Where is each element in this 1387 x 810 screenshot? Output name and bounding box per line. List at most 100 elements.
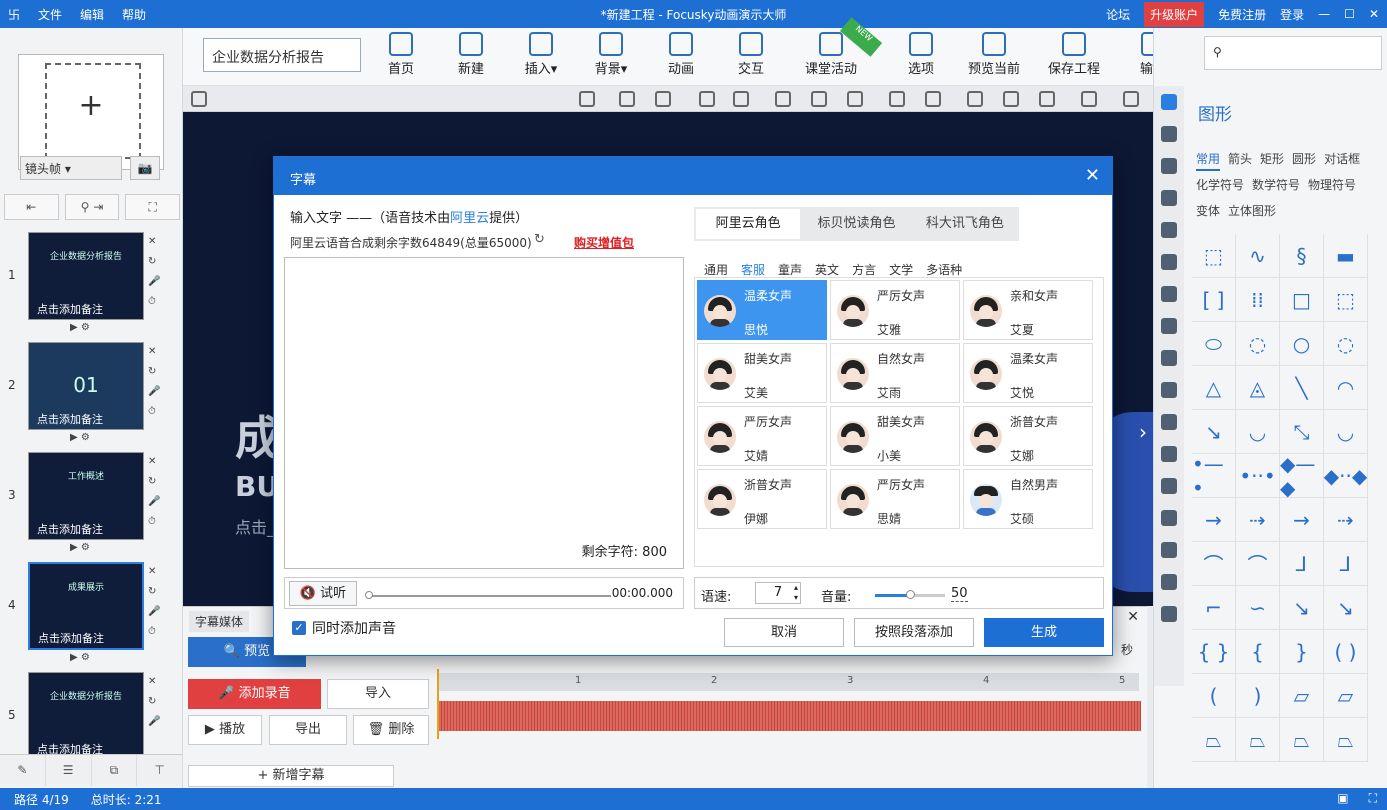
voice-card[interactable]: 浙普女声 艾娜	[963, 406, 1093, 466]
fullscreen-icon[interactable]: ⛶	[1369, 791, 1377, 806]
voice-card[interactable]: 温柔女声 思悦	[697, 280, 827, 340]
pin-icon[interactable]: ⊤	[137, 755, 183, 786]
tab-rect[interactable]: 矩形	[1260, 146, 1284, 172]
forum-link[interactable]: 论坛	[1106, 6, 1130, 23]
shape-item[interactable]: ⌒	[1236, 542, 1280, 586]
aliyun-link[interactable]: 阿里云	[450, 211, 489, 226]
text-icon[interactable]	[1161, 158, 1177, 174]
try-listen-button[interactable]: 🔇 试听	[289, 581, 357, 606]
shape-item[interactable]: ◌	[1324, 322, 1368, 366]
lock-icon[interactable]	[775, 91, 791, 107]
grid-icon[interactable]	[811, 91, 827, 107]
paste-icon[interactable]	[925, 91, 941, 107]
shape-item[interactable]: ◡	[1236, 410, 1280, 454]
settings-small-icon[interactable]	[847, 91, 863, 107]
audio-waveform[interactable]	[439, 701, 1141, 731]
slide-note[interactable]: 点击添加备注	[38, 630, 104, 646]
cat-dialect[interactable]: 方言	[852, 261, 876, 278]
shape-item[interactable]: ↘	[1192, 410, 1236, 454]
music-icon[interactable]	[1161, 254, 1177, 270]
search-input[interactable]: ⚲	[1204, 36, 1382, 70]
shape-item[interactable]: •—•	[1192, 452, 1236, 500]
rotate-left-icon[interactable]	[655, 91, 671, 107]
shape-item[interactable]: {	[1236, 630, 1280, 674]
shape-item[interactable]: •··•	[1236, 454, 1280, 498]
slide-side-icons[interactable]: ✕ ↻ 🎤 ⏱	[148, 562, 162, 642]
shape-item[interactable]: ⏢	[1192, 718, 1236, 762]
cat-general[interactable]: 通用	[704, 261, 728, 278]
shape-item[interactable]: ⬚	[1324, 278, 1368, 322]
shape-item[interactable]: )	[1236, 674, 1280, 718]
voice-card[interactable]: 亲和女声 艾夏	[963, 280, 1093, 340]
slide-note[interactable]: 点击添加备注	[37, 301, 103, 317]
tab-physics[interactable]: 物理符号	[1308, 172, 1356, 198]
speed-stepper[interactable]: 7 ▴ ▾	[755, 582, 801, 604]
comment-icon[interactable]	[1161, 190, 1177, 206]
zoom-out-icon[interactable]	[733, 91, 749, 107]
generate-button[interactable]: 生成	[984, 618, 1104, 647]
tab-circle[interactable]: 圆形	[1292, 146, 1316, 172]
shape-item[interactable]: [ ]	[1192, 278, 1236, 322]
slide-side-icons[interactable]: ✕ ↻ 🎤 ⏱	[148, 342, 162, 422]
shape-item[interactable]: ◡	[1324, 410, 1368, 454]
slide-side-icons[interactable]: ✕ ↻ 🎤 ⏱	[148, 452, 162, 532]
voice-card[interactable]: 严厉女声 艾婧	[697, 406, 827, 466]
shape-item[interactable]: ▱	[1280, 674, 1324, 718]
voice-card[interactable]: 自然女声 艾雨	[830, 343, 960, 403]
shape-item[interactable]: △	[1192, 366, 1236, 410]
window-icon[interactable]	[1123, 91, 1139, 107]
shape-item[interactable]: ⇢	[1324, 498, 1368, 542]
shape-item[interactable]: ∿	[1236, 234, 1280, 278]
plane-icon[interactable]	[1161, 382, 1177, 398]
camera-icon[interactable]: 📷	[130, 156, 160, 180]
flash-icon[interactable]	[1161, 414, 1177, 430]
shape-item[interactable]: ◠	[1324, 366, 1368, 410]
shape-item[interactable]: (	[1192, 674, 1236, 718]
cat-child[interactable]: 童声	[778, 261, 802, 278]
voice-card[interactable]: 甜美女声 小美	[830, 406, 960, 466]
shape-item[interactable]: ↘	[1280, 586, 1324, 630]
slide-note[interactable]: 点击添加备注	[37, 521, 103, 537]
home-button[interactable]: 首页	[371, 32, 431, 77]
project-name-input[interactable]: 企业数据分析报告	[203, 38, 361, 72]
box-icon[interactable]	[1161, 606, 1177, 622]
refresh-icon[interactable]: ↻	[534, 232, 545, 247]
cat-service[interactable]: 客服	[741, 261, 765, 278]
people-icon[interactable]	[1161, 318, 1177, 334]
slide-thumb-4[interactable]: 4 成果展示 点击添加备注 ✕ ↻ 🎤 ⏱ ▶ ⚙	[0, 556, 180, 666]
shape-item[interactable]: ◆—◆	[1280, 452, 1324, 500]
shape-item[interactable]: ↘	[1324, 586, 1368, 630]
tab-biaobei[interactable]: 标贝悦读角色	[804, 209, 908, 239]
home-small-icon[interactable]	[579, 91, 595, 107]
shape-item[interactable]: ◌	[1236, 322, 1280, 366]
ruler-icon[interactable]	[191, 91, 207, 107]
shape-item[interactable]: ⤡	[1280, 410, 1324, 454]
subtitle-text-input[interactable]: 剩余字符: 800	[284, 257, 684, 569]
tab-arrow[interactable]: 箭头	[1228, 146, 1252, 172]
upgrade-button[interactable]: 升级账户	[1144, 1, 1205, 27]
add-audio-checkbox[interactable]: ✓ 同时添加声音	[292, 618, 396, 638]
tab-math[interactable]: 数学符号	[1252, 172, 1300, 198]
shape-item[interactable]: ◬	[1236, 366, 1280, 410]
close-icon[interactable]: ✕	[1369, 7, 1379, 21]
shape-item[interactable]: { }	[1192, 630, 1236, 674]
cancel-button[interactable]: 取消	[724, 618, 844, 647]
tab-3d[interactable]: 立体图形	[1228, 198, 1276, 224]
play-button[interactable]: ▶ 播放	[188, 715, 262, 745]
cat-literature[interactable]: 文学	[889, 261, 913, 278]
chart-icon[interactable]	[1161, 286, 1177, 302]
shape-item[interactable]: ⁞⁞	[1236, 278, 1280, 322]
voice-card[interactable]: 浙普女声 伊娜	[697, 469, 827, 529]
tab-variant[interactable]: 变体	[1196, 198, 1220, 224]
voice-card[interactable]: 自然男声 艾硕	[963, 469, 1093, 529]
add-subtitle-button[interactable]: + 新增字幕	[188, 765, 394, 787]
canvas-hint[interactable]: 点击_	[235, 514, 275, 538]
note-icon[interactable]: ☰	[46, 755, 92, 786]
shape-category-icon[interactable]	[1161, 94, 1177, 110]
animation-button[interactable]: 动画	[651, 32, 711, 77]
add-by-paragraph-button[interactable]: 按照段落添加	[854, 618, 974, 647]
layers-icon[interactable]	[1161, 446, 1177, 462]
monitor-icon[interactable]: ▣	[1337, 791, 1348, 806]
tab-aliyun[interactable]: 阿里云角色	[696, 209, 801, 239]
shape-item[interactable]: ⇢	[1236, 498, 1280, 542]
